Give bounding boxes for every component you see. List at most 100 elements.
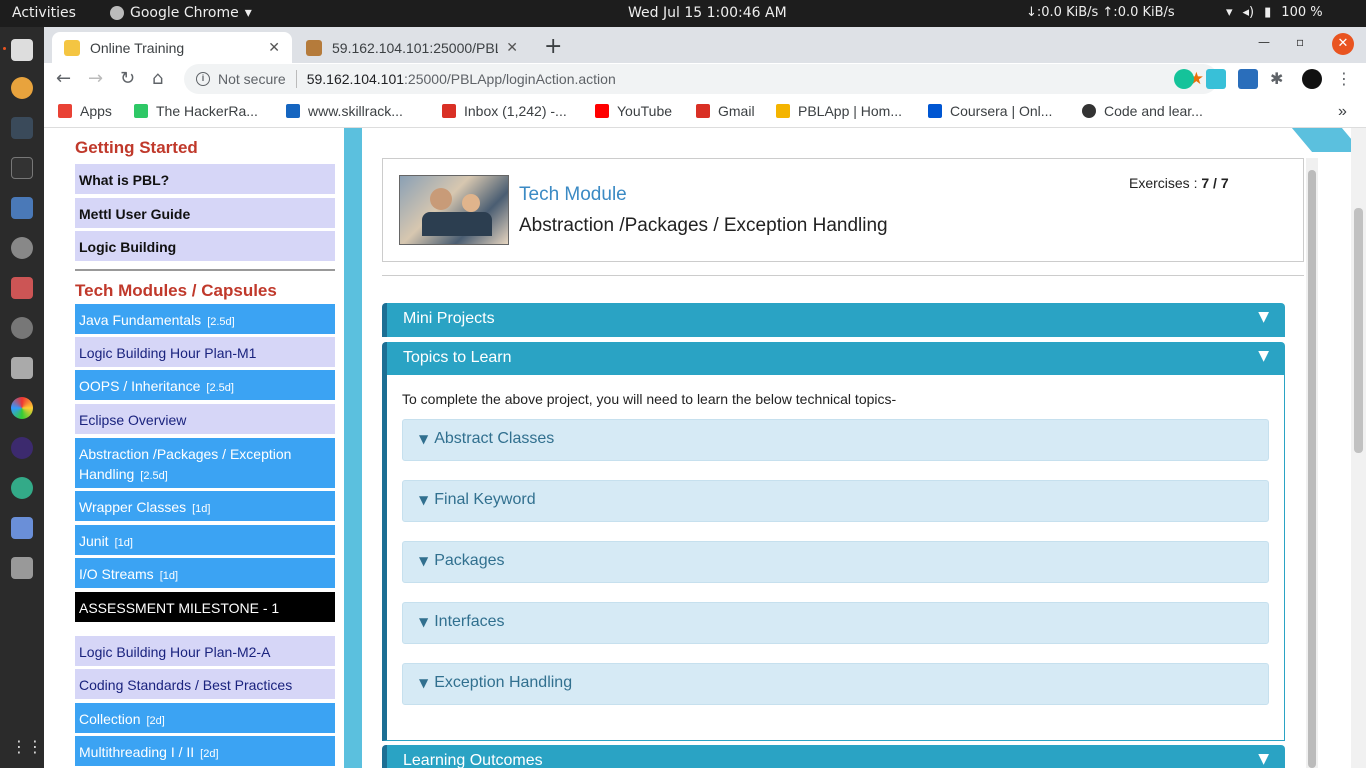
- pbl-favicon-icon: [64, 39, 80, 56]
- close-tab-icon[interactable]: ✕: [268, 39, 280, 56]
- close-tab-icon[interactable]: ✕: [506, 39, 518, 56]
- menu-kebab-icon[interactable]: ⋮: [1334, 69, 1354, 89]
- chrome-dock-icon[interactable]: [11, 77, 33, 99]
- module-duration: [1d]: [114, 537, 133, 549]
- bookmark-coursera[interactable]: Coursera | Onl...: [928, 103, 1052, 119]
- topic-abstract-classes[interactable]: ▼ Abstract Classes: [402, 419, 1269, 461]
- topic-exception-handling[interactable]: ▼ Exception Handling: [402, 663, 1269, 705]
- disk-icon[interactable]: [11, 557, 33, 579]
- not-secure-label[interactable]: Not secure: [218, 71, 286, 87]
- reload-button[interactable]: ↻: [120, 68, 135, 89]
- person-figure: [462, 194, 480, 212]
- minimize-button[interactable]: —: [1258, 35, 1270, 49]
- module-label: I/O Streams: [79, 566, 154, 582]
- bookmark-code-and-learn[interactable]: Code and lear...: [1082, 103, 1203, 119]
- maximize-button[interactable]: ▫: [1296, 35, 1304, 49]
- sidebar-item-multithreading[interactable]: Multithreading I / II [2d]: [75, 736, 335, 766]
- section-title-tech-modules: Tech Modules / Capsules: [75, 281, 277, 300]
- system-top-bar: Activities Google Chrome ▾ Wed Jul 15 1:…: [0, 0, 1366, 27]
- content-scrollbar-thumb[interactable]: [1308, 170, 1316, 768]
- extension-icon[interactable]: [1238, 69, 1258, 89]
- forward-button[interactable]: →: [88, 68, 103, 89]
- hackerrank-icon: [134, 104, 148, 118]
- system-tray[interactable]: ▾ ◂) ▮ 100 %: [1226, 5, 1323, 20]
- sidebar-item-wrapper-classes[interactable]: Wrapper Classes [1d]: [75, 491, 335, 521]
- page-scrollbar-thumb[interactable]: [1354, 208, 1363, 453]
- chat-icon[interactable]: [11, 357, 33, 379]
- sidebar-item-assessment-milestone[interactable]: ASSESSMENT MILESTONE - 1: [75, 592, 335, 622]
- sidebar-item-what-is-pbl[interactable]: What is PBL?: [75, 164, 335, 194]
- page-scrollbar[interactable]: [1351, 128, 1366, 768]
- sidebar-item-abstraction-packages[interactable]: Abstraction /Packages / Exception Handli…: [75, 438, 335, 488]
- extension-play-icon[interactable]: [1206, 69, 1226, 89]
- module-duration: [2.5d]: [206, 382, 234, 394]
- clock[interactable]: Wed Jul 15 1:00:46 AM: [628, 5, 787, 21]
- home-button[interactable]: ⌂: [152, 68, 163, 89]
- panel-title: Learning Outcomes: [403, 752, 543, 768]
- eclipse-icon[interactable]: [11, 437, 33, 459]
- sidebar-item-mettl-user-guide[interactable]: Mettl User Guide: [75, 198, 335, 228]
- profile-avatar[interactable]: [1302, 69, 1322, 89]
- panel-topics-to-learn[interactable]: Topics to Learn ▼: [382, 342, 1285, 376]
- sidebar-item-collection[interactable]: Collection [2d]: [75, 703, 335, 733]
- topic-interfaces[interactable]: ▼ Interfaces: [402, 602, 1269, 644]
- color-app-icon[interactable]: [11, 397, 33, 419]
- sidebar-accent-band: [344, 128, 362, 768]
- module-thumbnail: [399, 175, 509, 245]
- bookmark-pblapp[interactable]: PBLApp | Hom...: [776, 103, 902, 119]
- gmail-icon: [696, 104, 710, 118]
- new-tab-button[interactable]: +: [544, 34, 562, 59]
- app-menu[interactable]: Google Chrome ▾: [110, 5, 252, 21]
- wifi-icon: ▾: [1226, 5, 1233, 20]
- address-bar[interactable]: i Not secure 59.162.104.101 :25000/PBLAp…: [184, 64, 1218, 94]
- close-window-button[interactable]: ✕: [1332, 33, 1354, 55]
- bookmark-hackerrank[interactable]: The HackerRa...: [134, 103, 258, 119]
- topic-final-keyword[interactable]: ▼ Final Keyword: [402, 480, 1269, 522]
- software-icon[interactable]: [11, 277, 33, 299]
- page-favicon-icon: [306, 39, 322, 56]
- sidebar-item-eclipse-overview[interactable]: Eclipse Overview: [75, 404, 335, 434]
- topic-label: Exception Handling: [434, 674, 573, 691]
- grammarly-icon[interactable]: [1174, 69, 1194, 89]
- sidebar-item-junit[interactable]: Junit [1d]: [75, 525, 335, 555]
- back-button[interactable]: ←: [56, 68, 71, 89]
- sidebar-item-logic-building[interactable]: Logic Building: [75, 231, 335, 261]
- bookmark-apps[interactable]: Apps: [58, 103, 112, 119]
- panel-mini-projects[interactable]: Mini Projects ▼: [382, 303, 1285, 337]
- bookmark-youtube[interactable]: YouTube: [595, 103, 672, 119]
- tab-pbl-app[interactable]: 59.162.104.101:25000/PBL ✕: [294, 32, 530, 63]
- bookmark-inbox[interactable]: Inbox (1,242) -...: [442, 103, 567, 119]
- topic-packages[interactable]: ▼ Packages: [402, 541, 1269, 583]
- sidebar-item-java-fundamentals[interactable]: Java Fundamentals [2.5d]: [75, 304, 335, 334]
- screenshot-icon[interactable]: [11, 197, 33, 219]
- module-label: Logic Building Hour Plan-M2-A: [79, 644, 271, 660]
- activities-button[interactable]: Activities: [12, 5, 76, 21]
- system-monitor-icon[interactable]: [11, 117, 33, 139]
- sidebar-item-logic-building-m1[interactable]: Logic Building Hour Plan-M1: [75, 337, 335, 367]
- files-icon[interactable]: [11, 39, 33, 61]
- show-apps-icon[interactable]: ⋮⋮: [11, 737, 43, 759]
- tab-strip: Online Training ✕ 59.162.104.101:25000/P…: [44, 27, 1366, 63]
- sidebar: Getting Started What is PBL? Mettl User …: [44, 128, 344, 768]
- sidebar-item-coding-standards[interactable]: Coding Standards / Best Practices: [75, 669, 335, 699]
- bookmark-label: Gmail: [718, 103, 755, 119]
- module-duration: [1d]: [159, 570, 179, 582]
- bookmarks-overflow-button[interactable]: »: [1338, 103, 1347, 121]
- sidebar-item-io-streams[interactable]: I/O Streams [1d]: [75, 558, 335, 588]
- app-icon[interactable]: [11, 477, 33, 499]
- screen-icon[interactable]: [11, 517, 33, 539]
- terminal-icon[interactable]: [11, 157, 33, 179]
- module-duration: [2d]: [146, 715, 165, 727]
- extensions-puzzle-icon[interactable]: ✱: [1270, 69, 1290, 89]
- info-icon[interactable]: i: [196, 72, 210, 86]
- bookmark-gmail[interactable]: Gmail: [696, 103, 755, 119]
- bookmark-label: Apps: [80, 103, 112, 119]
- omnibox-divider: [295, 70, 297, 88]
- sidebar-item-oops-inheritance[interactable]: OOPS / Inheritance [2.5d]: [75, 370, 335, 400]
- settings-icon[interactable]: [11, 237, 33, 259]
- sidebar-item-logic-building-m2a[interactable]: Logic Building Hour Plan-M2-A: [75, 636, 335, 666]
- updater-icon[interactable]: [11, 317, 33, 339]
- tab-online-training[interactable]: Online Training ✕: [52, 32, 292, 63]
- panel-learning-outcomes[interactable]: Learning Outcomes ▼: [382, 745, 1285, 768]
- bookmark-skillrack[interactable]: www.skillrack...: [286, 103, 403, 119]
